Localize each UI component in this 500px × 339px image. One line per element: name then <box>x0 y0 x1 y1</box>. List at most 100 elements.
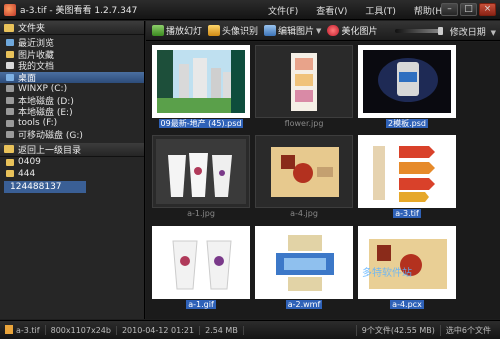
thumbnail[interactable] <box>358 226 456 299</box>
chevron-down-icon: ▼ <box>316 26 322 35</box>
thumbnail-image <box>156 139 246 204</box>
slider-handle[interactable] <box>438 27 443 35</box>
thumbnail-grid: 09最新-地产 (45).psd flower.jpg 2模板.psd a-1.… <box>146 42 500 319</box>
beautify-label: 美化图片 <box>341 27 378 37</box>
desktop-icon <box>6 73 14 81</box>
slideshow-button[interactable]: 播放幻灯 <box>152 24 202 37</box>
thumbnail[interactable] <box>255 135 353 208</box>
thumbnail-caption: a-1.jpg <box>187 209 215 218</box>
sidebar-item-label: 444 <box>18 168 36 179</box>
slideshow-label: 播放幻灯 <box>166 27 203 37</box>
thumbnail[interactable] <box>358 45 456 118</box>
sidebar-item-label: WINXP (C:) <box>18 83 68 94</box>
sort-label: 修改日期 <box>449 28 486 38</box>
thumbnail-image <box>259 139 349 204</box>
sidebar-item-label: tools (F:) <box>18 118 58 129</box>
thumbnail-image <box>157 231 245 294</box>
thumbnail[interactable] <box>358 135 456 208</box>
sidebar-item-label: 桌面 <box>18 73 37 84</box>
thumbnail-caption: 09最新-地产 (45).psd <box>158 119 244 128</box>
status-dimensions: 800x1107x24b <box>46 325 117 335</box>
thumbnail-caption: a-2.wmf <box>285 300 323 309</box>
thumbnail[interactable] <box>255 45 353 118</box>
documents-icon <box>6 62 14 70</box>
drive-icon <box>6 119 14 127</box>
menu-bar: 文件(F) 查看(V) 工具(T) 帮助(H) <box>268 0 464 20</box>
current-folder[interactable]: 124488137 <box>4 180 86 193</box>
parent-folder-label: 返回上一级目录 <box>18 145 82 156</box>
face-recognition-label: 头像识别 <box>222 27 259 37</box>
status-summary-area: 9个文件(42.55 MB) 选中6个文件 <box>355 325 496 336</box>
maximize-button[interactable]: □ <box>460 3 477 16</box>
thumbnail-caption: a-4.jpg <box>290 209 318 218</box>
site-watermark: 多特软件站 <box>362 268 412 279</box>
sidebar-item-label: 本地磁盘 (E:) <box>18 108 73 119</box>
status-filename: a-3.tif <box>0 325 46 335</box>
sidebar-item-label: 可移动磁盘 (G:) <box>18 131 83 142</box>
folder-tree: 最近浏览 图片收藏 我的文档 桌面 WINXP (C:) 本地磁盘 (D:) 本… <box>0 35 144 141</box>
folder-icon <box>4 23 14 32</box>
beautify-icon <box>327 25 340 36</box>
menu-view[interactable]: 查看(V) <box>316 4 347 17</box>
thumbnail-caption: a-1.gif <box>186 300 216 309</box>
thumbnail-image <box>363 140 451 203</box>
thumbnail[interactable] <box>152 45 250 118</box>
thumbnail[interactable] <box>152 226 250 299</box>
menu-tools[interactable]: 工具(T) <box>365 4 396 17</box>
close-button[interactable]: × <box>479 3 496 16</box>
favorites-icon <box>6 50 14 58</box>
recent-icon <box>6 39 14 47</box>
sidebar-item-drive-g[interactable]: 可移动磁盘 (G:) <box>0 129 144 141</box>
file-icon <box>5 325 13 334</box>
status-size: 2.54 MB <box>200 325 244 335</box>
thumbnail-image <box>363 50 451 113</box>
window-controls: – □ × <box>441 3 496 16</box>
toolbar: 播放幻灯 头像识别 编辑图片 ▼ 美化图片 修改日期 ▼ <box>146 21 500 41</box>
folder-sidebar: 文件夹 最近浏览 图片收藏 我的文档 桌面 WINXP (C:) 本地磁盘 (D… <box>0 21 145 319</box>
folder-panel-header: 文件夹 <box>0 21 144 35</box>
drive-icon <box>6 96 14 104</box>
thumbnail-caption: a-4.pcx <box>390 300 424 309</box>
status-selection: 选中6个文件 <box>439 325 496 336</box>
beautify-button[interactable]: 美化图片 <box>327 24 377 37</box>
thumbnail-image <box>260 231 348 294</box>
status-date: 2010-04-12 01:21 <box>117 325 201 335</box>
chevron-down-icon: ▼ <box>490 29 496 37</box>
face-icon <box>208 25 221 36</box>
back-folder-icon <box>4 145 14 153</box>
thumbnail[interactable] <box>255 226 353 299</box>
sidebar-item-label: 0409 <box>18 157 41 168</box>
sidebar-folder-0409[interactable]: 0409 <box>0 157 144 169</box>
drive-icon <box>6 85 14 93</box>
status-bar: a-3.tif 800x1107x24b 2010-04-12 01:21 2.… <box>0 320 500 339</box>
thumbnail-image <box>363 231 451 294</box>
status-file-count: 9个文件(42.55 MB) <box>355 325 440 336</box>
sort-dropdown[interactable]: 修改日期 ▼ <box>450 25 496 38</box>
sidebar-folder-444[interactable]: 444 <box>0 168 144 180</box>
thumbnail-caption: flower.jpg <box>284 119 324 128</box>
thumbnail-size-slider[interactable] <box>395 29 441 33</box>
face-recognition-button[interactable]: 头像识别 <box>208 24 258 37</box>
folder-panel-title: 文件夹 <box>18 24 46 34</box>
app-logo-icon <box>4 3 16 16</box>
drive-icon <box>6 131 14 139</box>
current-folder-label: 124488137 <box>10 181 62 192</box>
folder-icon <box>6 158 14 166</box>
sidebar-item-desktop[interactable]: 桌面 <box>0 71 144 84</box>
thumbnail-image <box>157 50 245 113</box>
thumbnail-caption: a-3.tif <box>393 209 421 218</box>
drive-icon <box>6 108 14 116</box>
menu-file[interactable]: 文件(F) <box>268 4 298 17</box>
window-title: a-3.tif - 美图看看 1.2.7.347 <box>20 6 138 16</box>
thumbnail-image <box>259 49 349 114</box>
edit-image-button[interactable]: 编辑图片 ▼ <box>264 24 321 37</box>
slideshow-icon <box>152 25 164 36</box>
thumbnail-caption: 2模板.psd <box>386 119 428 128</box>
edit-icon <box>264 25 277 36</box>
parent-folder-button[interactable]: 返回上一级目录 <box>0 142 144 157</box>
minimize-button[interactable]: – <box>441 3 458 16</box>
title-bar: a-3.tif - 美图看看 1.2.7.347 文件(F) 查看(V) 工具(… <box>0 0 500 20</box>
folder-icon <box>6 170 14 178</box>
thumbnail[interactable] <box>152 135 250 208</box>
sidebar-item-drive-e[interactable]: 本地磁盘 (E:) <box>0 106 144 118</box>
